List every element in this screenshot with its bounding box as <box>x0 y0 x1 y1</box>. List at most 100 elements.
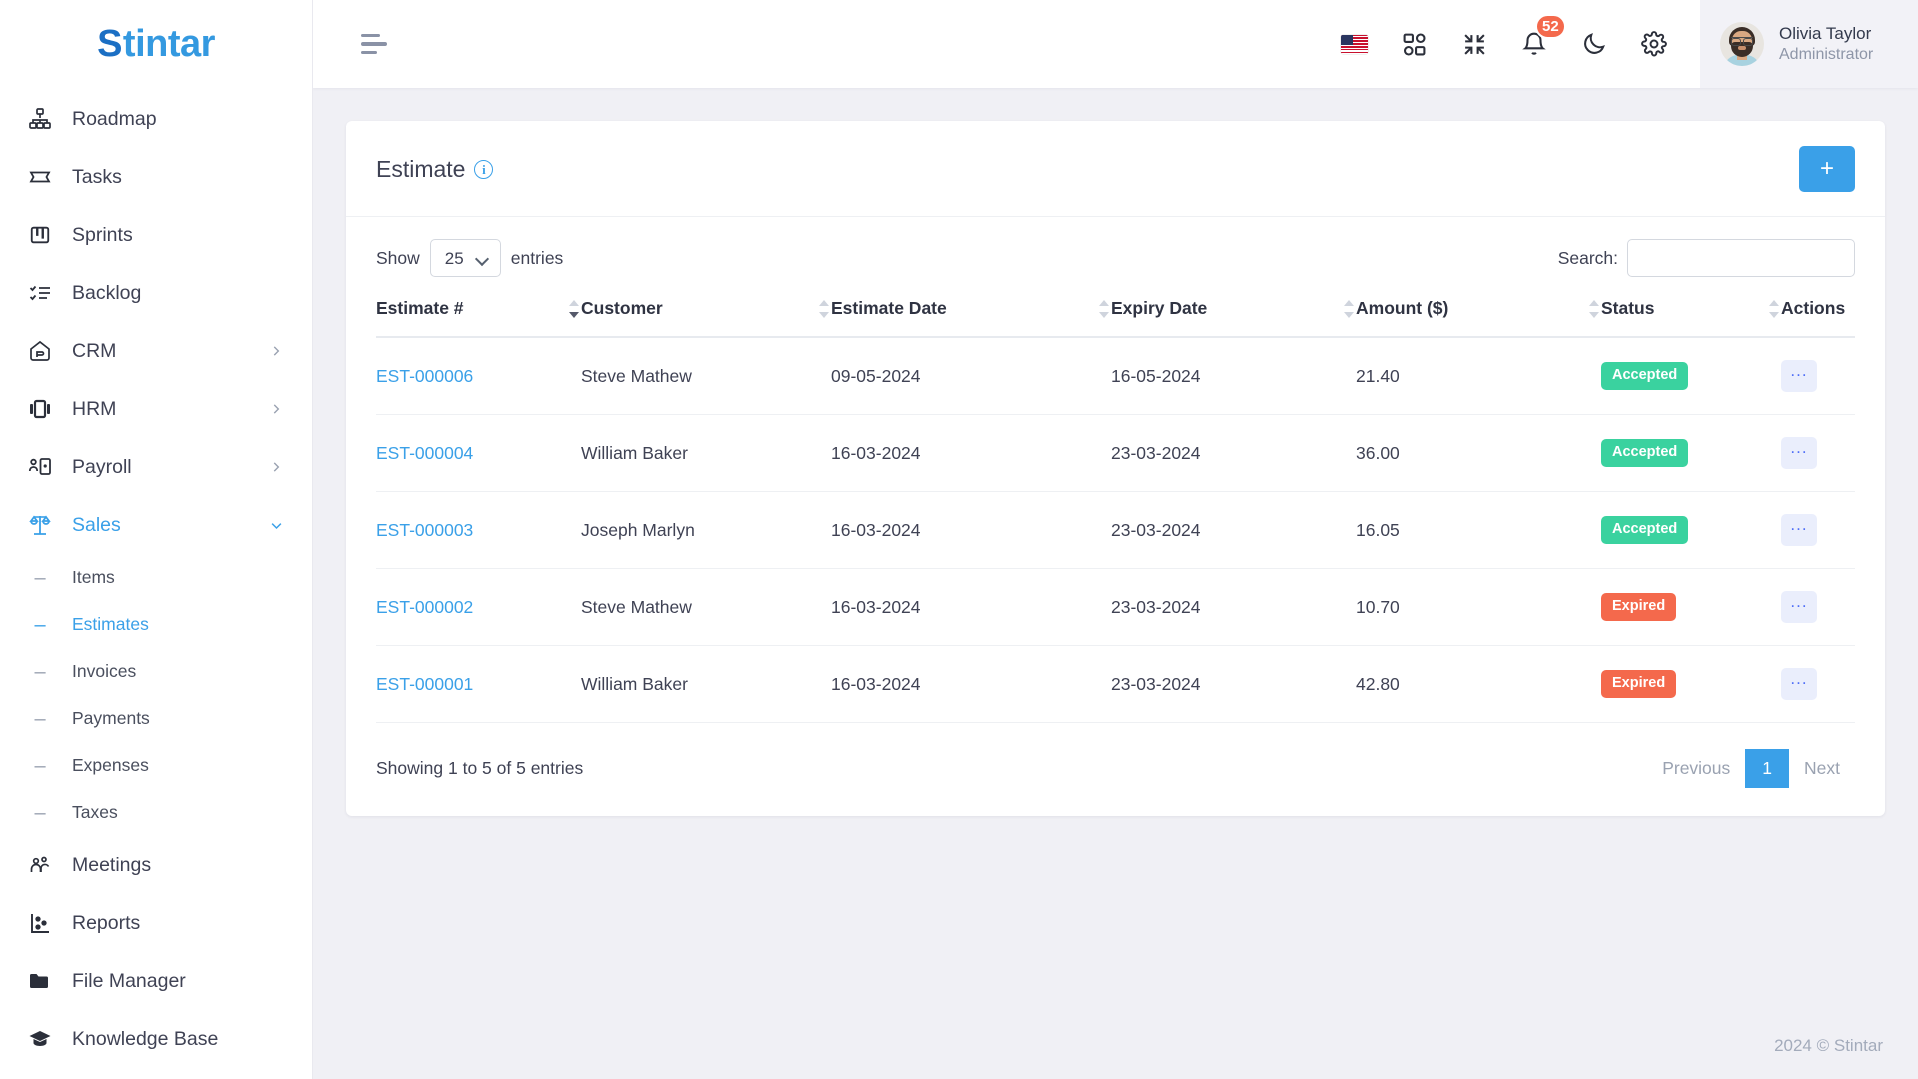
cell-status: Expired <box>1601 645 1781 723</box>
topbar-actions: 52 <box>1324 0 1700 88</box>
dash-icon: – <box>34 801 46 824</box>
app-root: Stintar Roadmap Tasks Sprints Backlog CR… <box>0 0 1918 1079</box>
estimate-link[interactable]: EST-000006 <box>376 366 473 386</box>
cell-estimate-date: 16-03-2024 <box>831 645 1111 723</box>
sidebar-subitem-payments[interactable]: – Payments <box>0 695 312 742</box>
table-row: EST-000002 Steve Mathew 16-03-2024 23-03… <box>376 568 1855 646</box>
column-header-actions: Actions <box>1781 298 1855 338</box>
sort-arrows-icon <box>1344 299 1356 319</box>
cell-amount: 10.70 <box>1356 568 1601 646</box>
settings-button[interactable] <box>1624 0 1684 88</box>
column-header-status[interactable]: Status <box>1601 298 1781 338</box>
column-label: Estimate # <box>376 298 464 318</box>
estimate-link[interactable]: EST-000001 <box>376 674 473 694</box>
entries-info: Showing 1 to 5 of 5 entries <box>376 758 584 778</box>
sales-icon <box>27 512 53 538</box>
brand-logo-text: tintar <box>122 22 216 65</box>
cell-status: Accepted <box>1601 414 1781 492</box>
search-label: Search: <box>1557 247 1618 268</box>
row-actions-button[interactable]: ... <box>1781 668 1817 700</box>
sidebar-item-sales[interactable]: Sales <box>0 496 312 554</box>
fullscreen-toggle-button[interactable] <box>1444 0 1504 88</box>
column-header-expiry-date[interactable]: Expiry Date <box>1111 298 1356 338</box>
sidebar-item-file-manager[interactable]: File Manager <box>0 952 312 1010</box>
brand-logo-mark: S <box>97 22 122 65</box>
sidebar-item-hrm[interactable]: HRM <box>0 380 312 438</box>
pagination-page-1[interactable]: 1 <box>1745 749 1790 788</box>
pagination-previous[interactable]: Previous <box>1647 749 1745 788</box>
user-profile-menu[interactable]: Olivia Taylor Administrator <box>1700 0 1918 88</box>
column-label: Actions <box>1781 298 1846 318</box>
cell-estimate: EST-000001 <box>376 645 581 723</box>
pagination-next[interactable]: Next <box>1789 749 1855 788</box>
cell-actions: ... <box>1781 414 1855 492</box>
sidebar-subitem-label: Invoices <box>72 661 137 681</box>
chevron-right-icon <box>267 342 285 360</box>
sidebar-subitem-expenses[interactable]: – Expenses <box>0 742 312 789</box>
page-title: Estimate <box>376 155 466 182</box>
estimate-link[interactable]: EST-000002 <box>376 597 473 617</box>
sidebar-item-label: Reports <box>72 911 141 934</box>
cell-status: Accepted <box>1601 491 1781 569</box>
sidebar-item-payroll[interactable]: Payroll <box>0 438 312 496</box>
cell-expiry-date: 23-03-2024 <box>1111 491 1356 569</box>
sidebar-subitem-label: Expenses <box>72 755 149 775</box>
search-input[interactable] <box>1627 239 1855 277</box>
cell-estimate-date: 16-03-2024 <box>831 414 1111 492</box>
row-actions-button[interactable]: ... <box>1781 514 1817 546</box>
sidebar-item-knowledge-base[interactable]: Knowledge Base <box>0 1010 312 1068</box>
info-icon[interactable]: i <box>474 159 494 179</box>
column-label: Estimate Date <box>831 298 947 318</box>
cell-estimate: EST-000004 <box>376 414 581 492</box>
sidebar-item-crm[interactable]: CRM <box>0 322 312 380</box>
sidebar-item-label: CRM <box>72 339 117 362</box>
sidebar-subitem-label: Taxes <box>72 802 118 822</box>
collapse-screen-icon <box>1462 32 1487 57</box>
grid-apps-icon <box>1402 32 1427 57</box>
table-row: EST-000003 Joseph Marlyn 16-03-2024 23-0… <box>376 491 1855 569</box>
meetings-icon <box>27 852 53 878</box>
sidebar-subitem-invoices[interactable]: – Invoices <box>0 648 312 695</box>
estimate-link[interactable]: EST-000004 <box>376 443 473 463</box>
notifications-button[interactable]: 52 <box>1504 0 1566 88</box>
column-header-estimate[interactable]: Estimate # <box>376 298 581 338</box>
hamburger-icon[interactable] <box>341 0 407 88</box>
apps-grid-button[interactable] <box>1384 0 1444 88</box>
sidebar: Stintar Roadmap Tasks Sprints Backlog CR… <box>0 0 313 1079</box>
dash-icon: – <box>34 613 46 636</box>
cell-estimate: EST-000002 <box>376 568 581 646</box>
column-header-amount[interactable]: Amount ($) <box>1356 298 1601 338</box>
table-row: EST-000004 William Baker 16-03-2024 23-0… <box>376 414 1855 492</box>
page-size-select[interactable]: 25 <box>429 239 501 277</box>
crm-icon <box>27 338 53 364</box>
moon-icon <box>1581 31 1607 57</box>
language-selector-button[interactable] <box>1324 0 1384 88</box>
row-actions-button[interactable]: ... <box>1781 360 1817 392</box>
sidebar-item-reports[interactable]: Reports <box>0 894 312 952</box>
estimate-link[interactable]: EST-000003 <box>376 520 473 540</box>
sort-arrows-icon <box>1589 299 1601 319</box>
sidebar-item-label: Roadmap <box>72 107 157 130</box>
sidebar-subitem-items[interactable]: – Items <box>0 554 312 601</box>
sidebar-item-roadmap[interactable]: Roadmap <box>0 90 312 148</box>
column-label: Amount ($) <box>1356 298 1449 318</box>
add-estimate-button[interactable]: + <box>1799 146 1855 192</box>
theme-toggle-button[interactable] <box>1564 0 1624 88</box>
search-control: Search: <box>1558 239 1855 277</box>
row-actions-button[interactable]: ... <box>1781 591 1817 623</box>
brand-logo[interactable]: Stintar <box>0 0 312 88</box>
sidebar-item-backlog[interactable]: Backlog <box>0 264 312 322</box>
sidebar-item-meetings[interactable]: Meetings <box>0 836 312 894</box>
cell-actions: ... <box>1781 645 1855 723</box>
estimate-card: Estimate i + Show 25 entries Search: Est… <box>346 121 1885 816</box>
row-actions-button[interactable]: ... <box>1781 437 1817 469</box>
column-header-estimate-date[interactable]: Estimate Date <box>831 298 1111 338</box>
column-header-customer[interactable]: Customer <box>581 298 831 338</box>
sidebar-subitem-taxes[interactable]: – Taxes <box>0 789 312 836</box>
sidebar-subitem-estimates[interactable]: – Estimates <box>0 601 312 648</box>
sidebar-item-sprints[interactable]: Sprints <box>0 206 312 264</box>
sidebar-item-tasks[interactable]: Tasks <box>0 148 312 206</box>
table-header-row: Estimate # Customer Estimate Date Expiry… <box>376 298 1855 338</box>
sidebar-item-label: Sales <box>72 513 121 536</box>
